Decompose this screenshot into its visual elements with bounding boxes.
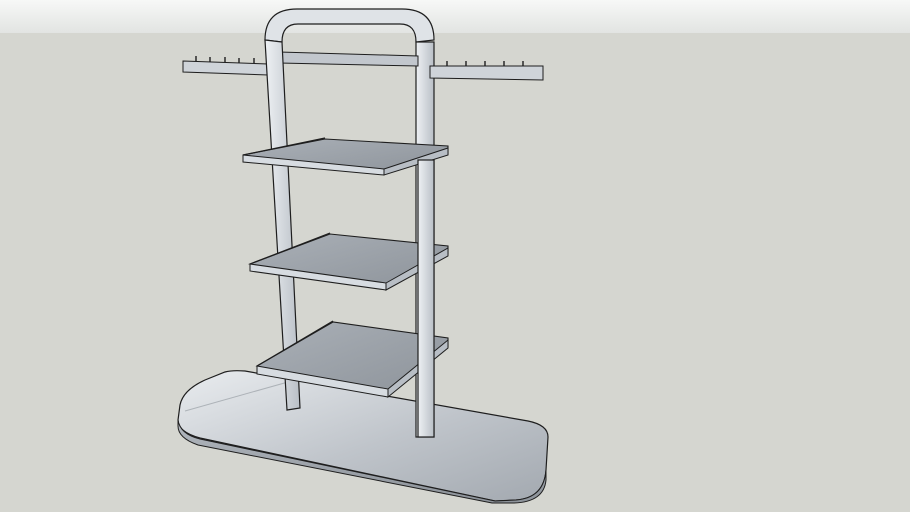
right-hanger-arm — [429, 61, 544, 81]
sketchup-viewport[interactable] — [0, 0, 910, 512]
top-arch-frame — [264, 8, 435, 43]
top-crossbar — [278, 51, 419, 67]
left-hanger-arm — [182, 56, 269, 76]
display-rack-model[interactable] — [0, 0, 910, 512]
right-hooks — [446, 61, 524, 66]
right-upright-front — [417, 159, 435, 438]
